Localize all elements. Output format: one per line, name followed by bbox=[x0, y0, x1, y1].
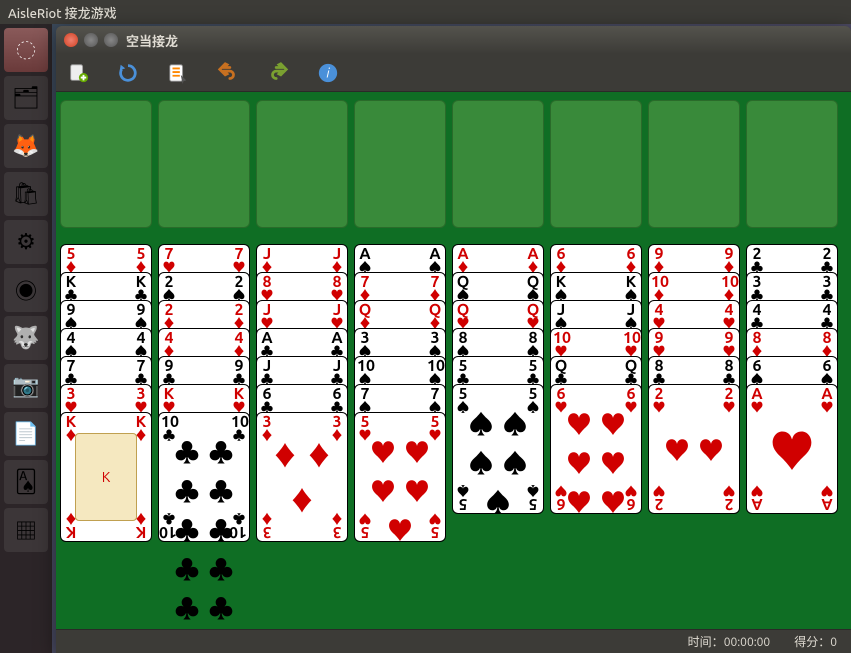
redo-button[interactable] bbox=[266, 61, 290, 85]
new-game-icon bbox=[67, 62, 89, 84]
writer-icon[interactable]: 📄 bbox=[4, 412, 48, 456]
settings-icon[interactable]: ⚙ bbox=[4, 220, 48, 264]
playing-card[interactable]: 10♣10♣10♣10♣♣♣♣♣♣♣♣♣♣♣ bbox=[158, 412, 250, 542]
card-table: 5♦5♦5♦5♦K♣K♣K♣K♣9♠9♠9♠9♠4♠4♠4♠4♠7♣7♣7♣7♣… bbox=[56, 92, 851, 629]
freecell-slot[interactable] bbox=[60, 100, 152, 228]
restart-button[interactable] bbox=[116, 61, 140, 85]
restart-icon bbox=[117, 62, 139, 84]
foundation-slot[interactable] bbox=[648, 100, 740, 228]
window-title: 空当接龙 bbox=[126, 31, 178, 50]
select-game-icon bbox=[167, 62, 189, 84]
undo-button[interactable] bbox=[216, 61, 240, 85]
playing-card[interactable]: K♦K♦K♦K♦K bbox=[60, 412, 152, 542]
top-slots-row bbox=[60, 100, 838, 228]
time-display: 时间：00:00:00 bbox=[688, 633, 771, 650]
time-label: 时间： bbox=[688, 636, 724, 649]
foundation-slot[interactable] bbox=[746, 100, 838, 228]
window-controls bbox=[64, 33, 118, 47]
score-label: 得分： bbox=[794, 636, 830, 649]
toolbar: i bbox=[56, 54, 851, 92]
score-value: 0 bbox=[830, 636, 837, 649]
freecell-slot[interactable] bbox=[256, 100, 348, 228]
chrome-icon[interactable]: ◉ bbox=[4, 268, 48, 312]
time-value: 00:00:00 bbox=[724, 636, 771, 649]
gimp-icon[interactable]: 🐺 bbox=[4, 316, 48, 360]
playing-card[interactable]: A♥A♥A♥A♥♥ bbox=[746, 384, 838, 514]
minimize-icon[interactable] bbox=[84, 33, 98, 47]
undo-icon bbox=[217, 62, 239, 84]
close-icon[interactable] bbox=[64, 33, 78, 47]
playing-card[interactable]: 5♥5♥5♥5♥♥♥♥♥♥ bbox=[354, 412, 446, 542]
freecell-slot[interactable] bbox=[354, 100, 446, 228]
status-bar: 时间：00:00:00 得分：0 bbox=[56, 629, 851, 653]
app-menu-title[interactable]: AisleRiot 接龙游戏 bbox=[8, 3, 117, 22]
playing-card[interactable]: 6♥6♥6♥6♥♥♥♥♥♥♥ bbox=[550, 384, 642, 514]
software-icon[interactable]: 🛍 bbox=[4, 172, 48, 216]
redo-icon bbox=[267, 62, 289, 84]
window-titlebar[interactable]: 空当接龙 bbox=[56, 26, 851, 54]
foundation-slot[interactable] bbox=[452, 100, 544, 228]
unity-launcher: ◌🗂🦊🛍⚙◉🐺📷📄🂡▦ bbox=[0, 24, 52, 653]
score-display: 得分：0 bbox=[794, 633, 837, 650]
game-window: 空当接龙 i 5♦5♦5♦5♦K♣K♣K♣K♣9♠9♠9♠9♠4♠4♠4♠4♠7… bbox=[56, 26, 851, 653]
dash-icon[interactable]: ◌ bbox=[4, 28, 48, 72]
playing-card[interactable]: 5♠5♠5♠5♠♠♠♠♠♠ bbox=[452, 384, 544, 514]
hint-button[interactable]: i bbox=[316, 61, 340, 85]
screenshot-icon[interactable]: 📷 bbox=[4, 364, 48, 408]
files-icon[interactable]: 🗂 bbox=[4, 76, 48, 120]
firefox-icon[interactable]: 🦊 bbox=[4, 124, 48, 168]
playing-card[interactable]: 3♦3♦3♦3♦♦♦♦ bbox=[256, 412, 348, 542]
maximize-icon[interactable] bbox=[104, 33, 118, 47]
new-game-button[interactable] bbox=[66, 61, 90, 85]
foundation-slot[interactable] bbox=[550, 100, 642, 228]
top-panel: AisleRiot 接龙游戏 bbox=[0, 0, 851, 24]
select-game-button[interactable] bbox=[166, 61, 190, 85]
freecell-slot[interactable] bbox=[158, 100, 250, 228]
playing-card[interactable]: 2♥2♥2♥2♥♥♥ bbox=[648, 384, 740, 514]
aisleriot-icon[interactable]: 🂡 bbox=[4, 460, 48, 504]
hint-icon: i bbox=[317, 62, 339, 84]
workspace-icon[interactable]: ▦ bbox=[4, 508, 48, 552]
